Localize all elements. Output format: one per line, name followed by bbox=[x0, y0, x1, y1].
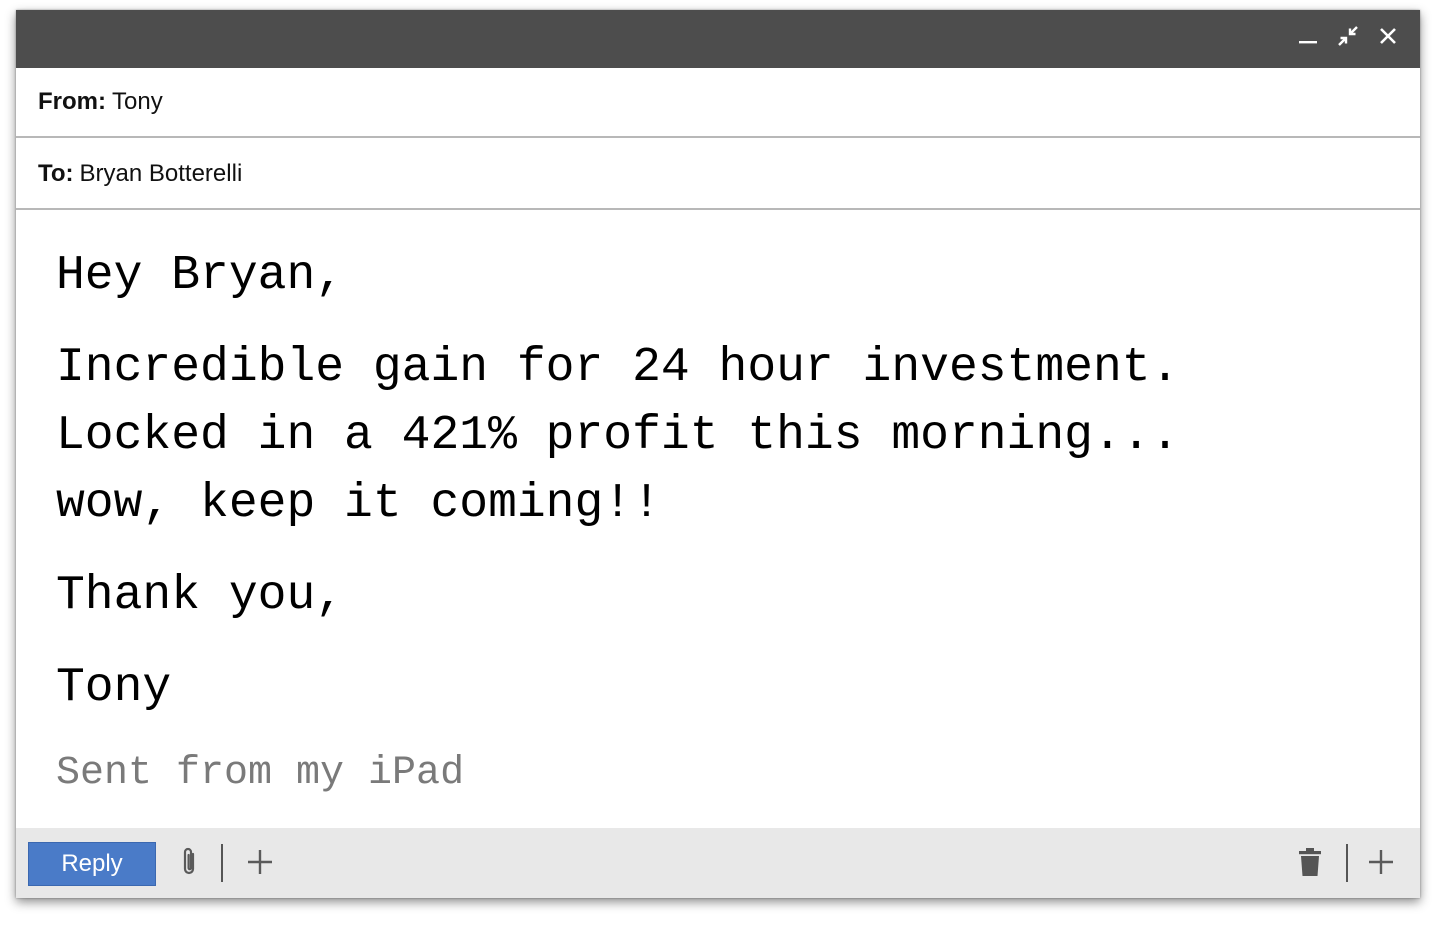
bottom-toolbar: Reply bbox=[16, 828, 1420, 898]
from-row: From: Tony bbox=[16, 68, 1420, 138]
to-label: To: bbox=[38, 160, 74, 187]
trash-icon bbox=[1298, 847, 1322, 881]
window-controls bbox=[1294, 24, 1402, 52]
reply-button[interactable]: Reply bbox=[28, 842, 156, 886]
restore-button[interactable] bbox=[1334, 24, 1362, 52]
message-greeting: Hey Bryan, bbox=[56, 249, 345, 303]
email-window: From: Tony To: Bryan Botterelli Hey Brya… bbox=[16, 10, 1420, 898]
plus-icon bbox=[1368, 849, 1394, 880]
toolbar-divider bbox=[221, 844, 223, 882]
message-line: Incredible gain for 24 hour investment. bbox=[56, 341, 1180, 395]
close-icon bbox=[1379, 27, 1397, 50]
title-bar bbox=[16, 10, 1420, 68]
message-line: wow, keep it coming!! bbox=[56, 477, 661, 531]
to-value: Bryan Botterelli bbox=[79, 160, 243, 187]
message-paragraph: Incredible gain for 24 hour investment. … bbox=[56, 334, 1386, 538]
delete-button[interactable] bbox=[1293, 846, 1327, 882]
message-line: Locked in a 421% profit this morning... bbox=[56, 409, 1180, 463]
from-label: From: bbox=[38, 88, 106, 115]
close-button[interactable] bbox=[1374, 24, 1402, 52]
message-signature: Tony bbox=[56, 661, 172, 715]
minimize-button[interactable] bbox=[1294, 24, 1322, 52]
add-left-button[interactable] bbox=[243, 846, 277, 882]
from-value: Tony bbox=[112, 88, 163, 115]
plus-icon bbox=[247, 849, 273, 880]
attach-button[interactable] bbox=[173, 846, 207, 882]
toolbar-divider bbox=[1346, 844, 1348, 882]
message-footer: Sent from my iPad bbox=[56, 751, 465, 796]
add-right-button[interactable] bbox=[1364, 846, 1398, 882]
paperclip-icon bbox=[180, 846, 200, 883]
minimize-icon bbox=[1298, 26, 1318, 51]
restore-icon bbox=[1337, 25, 1359, 52]
message-closing: Thank you, bbox=[56, 569, 345, 623]
message-body: Hey Bryan, Incredible gain for 24 hour i… bbox=[56, 242, 1386, 808]
to-row: To: Bryan Botterelli bbox=[16, 140, 1420, 210]
